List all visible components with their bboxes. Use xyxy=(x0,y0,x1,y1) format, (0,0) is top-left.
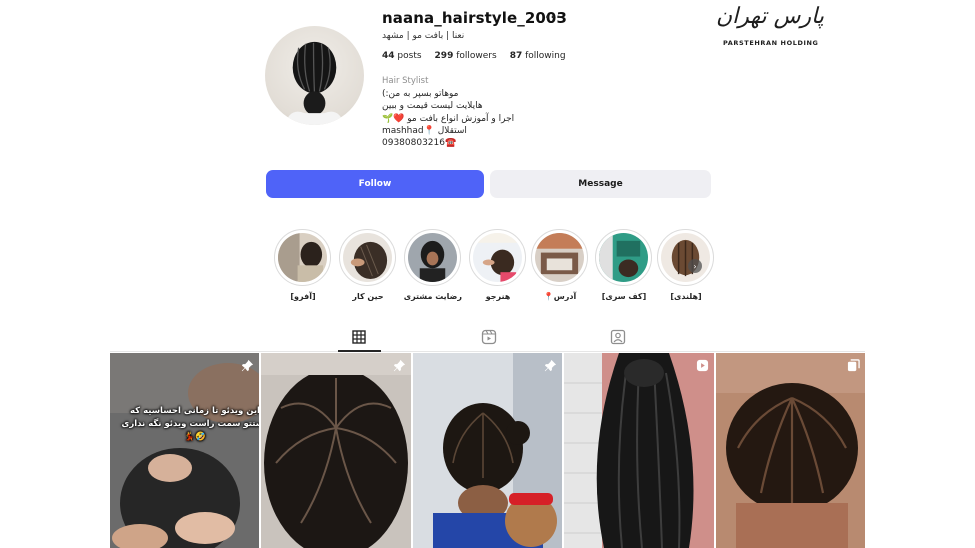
followers-stat[interactable]: 299 followers xyxy=(435,51,497,61)
highlight-address-image xyxy=(535,233,584,282)
highlight-label: حین کار xyxy=(352,292,384,301)
highlight-label: آدرس📍 xyxy=(543,292,577,301)
highlight-item[interactable]: حین کار xyxy=(339,229,397,301)
highlight-item[interactable]: هنرجو xyxy=(469,229,527,301)
bio-line: mashhad📍 استقلال xyxy=(382,125,467,136)
profile-username: naana_hairstyle_2003 xyxy=(382,9,568,27)
highlight-ring xyxy=(404,229,461,286)
highlight-ring xyxy=(657,229,714,286)
following-count: 87 xyxy=(509,51,523,61)
profile-subtitle: نعنا | بافت مو | مشهد xyxy=(382,31,465,41)
more-options-icon[interactable]: ··· xyxy=(545,10,562,24)
tab-posts[interactable] xyxy=(350,328,368,346)
reels-icon xyxy=(481,329,497,345)
message-button[interactable]: Message xyxy=(490,170,711,198)
post-image xyxy=(261,353,411,548)
follow-button[interactable]: Follow xyxy=(266,170,484,198)
highlight-dutch-image xyxy=(661,233,710,282)
highlight-item[interactable]: [کف سری] xyxy=(595,229,653,301)
post-tile[interactable]: این ویدئو تا زمانی احساسیه که دستتو سمت … xyxy=(110,353,259,548)
posts-stat[interactable]: 44 posts xyxy=(382,51,422,61)
post-tile[interactable] xyxy=(564,353,714,548)
bio-line: اجرا و آموزش انواع بافت مو ❤️🌱 xyxy=(382,113,515,124)
avatar-braids-image xyxy=(284,41,345,125)
tab-reels[interactable] xyxy=(480,328,498,346)
active-tab-indicator xyxy=(338,350,381,352)
post-tile[interactable] xyxy=(716,353,865,548)
posts-grid: این ویدئو تا زمانی احساسیه که دستتو سمت … xyxy=(110,353,865,548)
pin-icon xyxy=(393,359,406,372)
highlight-item[interactable]: [هلندی] xyxy=(657,229,715,301)
highlight-item[interactable]: رضایت مشتری xyxy=(404,229,462,301)
post-image xyxy=(564,353,714,548)
followers-label: followers xyxy=(456,51,497,61)
post-tile[interactable] xyxy=(261,353,411,548)
post-image xyxy=(110,353,259,548)
bio-phone[interactable]: 09380803216☎️ xyxy=(382,137,514,149)
bio-line: موهاتو بسپر به من:) xyxy=(382,89,459,99)
tagged-icon xyxy=(610,329,626,345)
highlight-ring xyxy=(339,229,396,286)
highlight-label: هنرجو xyxy=(485,292,511,301)
highlight-item[interactable]: آدرس📍 xyxy=(531,229,589,301)
pin-icon xyxy=(241,359,254,372)
parstehran-logo: پارس تهران PARSTEHRAN HOLDING xyxy=(712,4,824,48)
highlight-ring xyxy=(531,229,588,286)
reel-icon xyxy=(696,359,709,372)
highlight-item[interactable]: [آفرو] xyxy=(274,229,332,301)
highlight-ring xyxy=(274,229,331,286)
highlights-next-arrow-icon[interactable]: › xyxy=(688,259,702,273)
profile-stats: 44 posts 299 followers 87 following xyxy=(382,51,566,61)
highlight-afro-image xyxy=(278,233,327,282)
profile-bio: موهاتو بسپر به من:) هایلایت لیست قیمت و … xyxy=(382,88,514,149)
tabs-divider xyxy=(110,351,865,352)
highlight-student-image xyxy=(473,233,522,282)
grid-icon xyxy=(352,330,366,344)
post-overlay-caption: این ویدئو تا زمانی احساسیه که دستتو سمت … xyxy=(121,406,259,442)
bio-line: هایلایت لیست قیمت و ببین xyxy=(382,101,483,112)
post-image xyxy=(716,353,865,548)
tab-tagged[interactable] xyxy=(609,328,627,346)
following-stat[interactable]: 87 following xyxy=(510,51,566,61)
profile-category: Hair Stylist xyxy=(382,76,429,86)
highlight-label: [هلندی] xyxy=(670,292,702,301)
followers-count: 299 xyxy=(434,51,454,61)
highlight-working-image xyxy=(343,233,392,282)
highlight-label: رضایت مشتری xyxy=(403,292,462,301)
posts-count: 44 xyxy=(382,51,395,61)
post-image xyxy=(413,353,562,548)
highlight-ring xyxy=(469,229,526,286)
highlight-scalp-image xyxy=(599,233,648,282)
highlight-customer-image xyxy=(408,233,457,282)
pin-icon xyxy=(544,359,557,372)
logo-persian-text: پارس تهران xyxy=(716,4,824,29)
post-tile[interactable] xyxy=(413,353,562,548)
highlight-label: [آفرو] xyxy=(290,292,316,301)
highlight-label: [کف سری] xyxy=(601,292,647,301)
carousel-icon xyxy=(847,359,860,372)
profile-avatar[interactable] xyxy=(265,26,364,125)
highlight-ring xyxy=(595,229,652,286)
posts-label: posts xyxy=(397,51,422,61)
logo-english-text: PARSTEHRAN HOLDING xyxy=(723,39,819,47)
following-label: following xyxy=(525,51,566,61)
